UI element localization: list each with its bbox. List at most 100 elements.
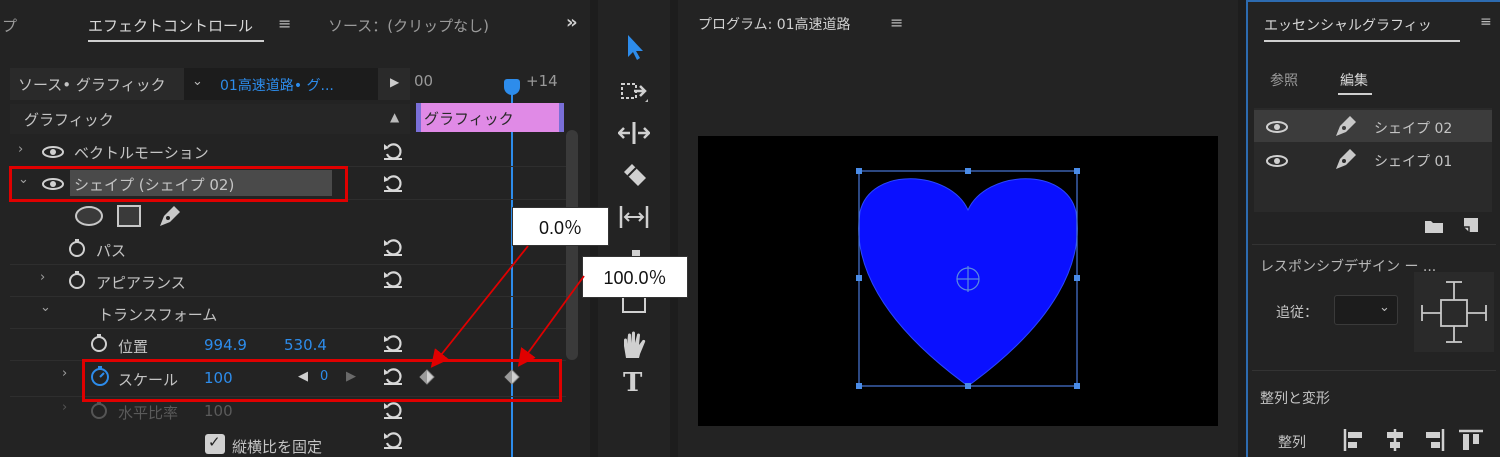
position-y-value[interactable]: 530.4 <box>284 336 327 354</box>
layer-name[interactable]: シェイプ 02 <box>1374 118 1452 138</box>
divider <box>1252 244 1496 245</box>
expand-chevron-icon[interactable]: › <box>62 400 67 415</box>
reset-icon[interactable] <box>382 430 404 450</box>
reset-icon[interactable] <box>382 333 404 353</box>
bbox-handle[interactable] <box>856 168 862 174</box>
position-x-value[interactable]: 994.9 <box>204 336 247 354</box>
expand-chevron-icon[interactable]: › <box>40 270 45 285</box>
pin-to-edges-widget[interactable] <box>1414 272 1494 352</box>
razor-tool-icon[interactable] <box>618 160 650 190</box>
align-transform-header[interactable]: 整列と変形 <box>1260 388 1330 408</box>
slip-tool-icon[interactable] <box>618 202 650 232</box>
new-layer-icon[interactable] <box>1462 216 1480 234</box>
overflow-tabs-icon[interactable]: » <box>566 12 578 33</box>
timecode-start: 00 <box>414 72 434 90</box>
follow-dropdown[interactable]: ⌄ <box>1334 295 1398 325</box>
align-top-icon[interactable] <box>1458 428 1484 452</box>
clip-selector[interactable]: ⌄ 01高速道路• グ... <box>184 68 378 100</box>
highlight-scale-row <box>82 359 562 402</box>
play-only-icon[interactable]: ▶ <box>390 75 399 89</box>
clip-label: 01高速道路• グ... <box>220 78 334 94</box>
pen-mask-icon[interactable] <box>156 202 184 230</box>
playhead-line <box>511 92 513 457</box>
row-divider <box>10 328 566 329</box>
tab-menu-icon[interactable]: ≡ <box>278 14 291 33</box>
bbox-handle[interactable] <box>965 168 971 174</box>
type-tool-icon[interactable]: T <box>623 368 642 398</box>
eye-icon[interactable] <box>1266 121 1288 133</box>
lock-aspect-label: 縦横比を固定 <box>232 438 323 456</box>
reset-icon[interactable] <box>382 173 404 193</box>
pin-edges-icon <box>1421 281 1487 343</box>
chevron-down-icon: ⌄ <box>1379 300 1390 315</box>
essential-graphics-title[interactable]: エッセンシャルグラフィッ <box>1264 15 1432 35</box>
stopwatch-icon <box>91 401 107 419</box>
align-right-icon[interactable] <box>1420 428 1446 452</box>
section-header-label: グラフィック <box>24 111 114 129</box>
tab-browse[interactable]: 参照 <box>1270 70 1298 90</box>
stopwatch-icon[interactable] <box>68 270 86 290</box>
clip-bar[interactable]: グラフィック <box>416 103 564 132</box>
folder-icon[interactable] <box>1424 218 1444 234</box>
bbox-handle[interactable] <box>1074 383 1080 389</box>
bbox-handle[interactable] <box>1074 275 1080 281</box>
horiz-ratio-value: 100 <box>204 402 233 420</box>
divider <box>1252 370 1496 371</box>
pen-shape-icon <box>1336 149 1356 169</box>
chevron-down-icon: ⌄ <box>192 74 203 89</box>
expand-chevron-icon[interactable]: › <box>18 142 23 157</box>
panel-menu-icon[interactable]: ≡ <box>1480 14 1492 30</box>
align-label: 整列 <box>1278 435 1306 451</box>
active-tab-underline <box>88 40 264 42</box>
reset-icon[interactable] <box>382 141 404 161</box>
ripple-edit-tool-icon[interactable] <box>618 118 650 148</box>
program-monitor-menu-icon[interactable]: ≡ <box>890 13 903 32</box>
pen-shape-icon <box>1336 116 1356 136</box>
row-divider <box>10 296 566 297</box>
clip-bar-out-handle[interactable] <box>559 103 564 132</box>
path-label: パス <box>96 242 127 260</box>
reset-icon[interactable] <box>382 400 404 420</box>
reset-icon[interactable] <box>382 237 404 257</box>
align-left-icon[interactable] <box>1342 428 1368 452</box>
lock-aspect-checkbox[interactable]: ✓ <box>205 433 225 454</box>
stopwatch-icon[interactable] <box>68 238 86 258</box>
clip-bar-label: グラフィック <box>424 110 514 128</box>
align-center-icon[interactable] <box>1382 428 1408 452</box>
heart-shape[interactable] <box>850 162 1086 394</box>
layer-name[interactable]: シェイプ 01 <box>1374 151 1452 171</box>
responsive-design-label[interactable]: レスポンシブデザイン ー ... <box>1260 256 1436 276</box>
position-label: 位置 <box>118 338 149 356</box>
bbox-handle[interactable] <box>856 383 862 389</box>
tab-source[interactable]: ソース：(クリップなし) <box>328 15 489 36</box>
timecode-end: +14 <box>526 72 558 90</box>
ellipse-mask-icon[interactable] <box>74 205 104 227</box>
eye-icon[interactable] <box>1266 155 1288 167</box>
transform-label: トランスフォーム <box>98 306 218 324</box>
collapse-icon[interactable]: ▲ <box>390 110 399 124</box>
tab-edit[interactable]: 編集 <box>1340 70 1368 90</box>
layer-row-selected[interactable] <box>1254 110 1492 142</box>
callout-end-scale: 100.0％ <box>582 256 688 298</box>
bbox-handle[interactable] <box>965 383 971 389</box>
vector-motion-label: ベクトルモーション <box>74 144 209 162</box>
collapse-chevron-icon[interactable]: ⌄ <box>40 300 51 315</box>
clip-bar-in-handle[interactable] <box>416 103 421 132</box>
expand-chevron-icon[interactable]: › <box>62 366 67 381</box>
bbox-handle[interactable] <box>1074 168 1080 174</box>
eye-icon[interactable] <box>42 146 64 158</box>
tab-effect-controls[interactable]: エフェクトコントロール <box>88 15 253 36</box>
callout-end-text: 100.0％ <box>603 268 667 288</box>
highlight-shape-row <box>9 166 348 202</box>
appearance-label: アピアランス <box>96 274 186 292</box>
selection-tool-icon[interactable] <box>618 32 650 62</box>
stopwatch-icon[interactable] <box>90 333 108 353</box>
tab-fragment[interactable]: プ <box>2 15 17 36</box>
rectangle-mask-icon[interactable] <box>116 204 142 228</box>
bbox-handle[interactable] <box>856 275 862 281</box>
program-monitor-title[interactable]: プログラム: 01高速道路 <box>698 14 851 34</box>
reset-icon[interactable] <box>382 269 404 289</box>
callout-start-text: 0.0％ <box>538 217 583 238</box>
track-select-tool-icon[interactable] <box>618 76 650 106</box>
hand-tool-icon[interactable] <box>618 330 650 360</box>
